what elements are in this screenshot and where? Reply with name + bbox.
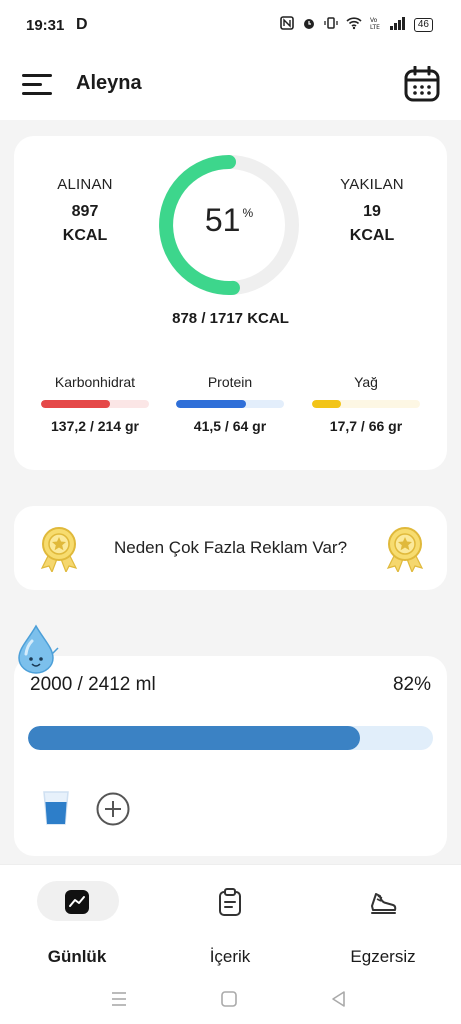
signal-icon xyxy=(389,16,406,33)
macro-bar xyxy=(41,400,149,408)
calories-taken-unit: KCAL xyxy=(62,227,108,244)
nav-daily[interactable]: Günlük xyxy=(17,881,137,966)
macro-name: Protein xyxy=(207,374,253,390)
user-name: Aleyna xyxy=(76,72,142,94)
vibrate-icon xyxy=(324,16,338,33)
calorie-total: 878 / 1717 KCAL xyxy=(172,310,289,327)
macro-name: Karbonhidrat xyxy=(54,374,136,390)
water-progress-bar xyxy=(28,726,433,750)
home-icon[interactable] xyxy=(218,988,240,1010)
macro-bar xyxy=(312,400,420,408)
award-badge-icon xyxy=(386,527,424,572)
macro-value: 41,5 / 64 gr xyxy=(193,418,267,434)
calorie-summary-card: ALINAN 897 KCAL 51% YAKILAN 19 KCAL 878 … xyxy=(14,136,447,470)
nav-exercise[interactable]: Egzersiz xyxy=(323,881,443,966)
nav-content-label: İçerik xyxy=(209,947,251,966)
water-percent: 82% xyxy=(392,674,431,695)
macro-value: 17,7 / 66 gr xyxy=(329,418,403,434)
menu-icon[interactable] xyxy=(22,72,54,98)
calories-taken-value: 897 xyxy=(71,203,99,220)
back-icon[interactable] xyxy=(328,988,350,1010)
macro-value: 137,2 / 214 gr xyxy=(51,418,139,434)
water-drop-mascot-icon xyxy=(18,624,59,674)
status-icons: Vo LTE 46 xyxy=(280,16,433,33)
macro-bar xyxy=(176,400,284,408)
nfc-icon xyxy=(280,16,294,33)
nav-exercise-label: Egzersiz xyxy=(350,947,416,966)
app-notification-icon: D xyxy=(76,16,88,33)
alarm-icon xyxy=(302,16,316,33)
trend-chart-icon xyxy=(65,890,89,914)
ad-info-banner[interactable]: Neden Çok Fazla Reklam Var? xyxy=(14,506,447,590)
system-navigation-bar xyxy=(0,976,461,1024)
macro-name: Yağ xyxy=(354,374,378,390)
calendar-icon[interactable] xyxy=(404,65,440,102)
bottom-navigation: Günlük İçerik Egzersiz xyxy=(0,864,461,976)
sneaker-icon xyxy=(371,893,397,914)
nav-daily-label: Günlük xyxy=(47,947,107,966)
nav-content[interactable]: İçerik xyxy=(170,881,290,966)
calories-burned: YAKILAN 19 KCAL xyxy=(312,176,432,245)
app-header: Aleyna xyxy=(0,52,461,120)
calories-burned-unit: KCAL xyxy=(349,227,395,244)
calories-burned-value: 19 xyxy=(363,203,381,220)
wifi-icon xyxy=(346,16,362,33)
volte-icon: Vo LTE xyxy=(370,16,382,33)
water-tracker-card: 2000 / 2412 ml 82% xyxy=(14,656,447,856)
calories-taken: ALINAN 897 KCAL xyxy=(25,176,145,245)
status-time: 19:31 xyxy=(26,17,65,34)
clipboard-icon xyxy=(219,888,241,916)
water-glass-icon[interactable] xyxy=(42,790,70,826)
macro-protein: Protein 41,5 / 64 gr xyxy=(176,374,284,434)
svg-text:Vo: Vo xyxy=(370,17,378,24)
macro-fat: Yağ 17,7 / 66 gr xyxy=(312,374,420,434)
water-amount: 2000 / 2412 ml xyxy=(30,674,156,695)
battery-icon: 46 xyxy=(413,17,433,32)
svg-text:LTE: LTE xyxy=(370,24,380,30)
calories-burned-label: YAKILAN xyxy=(340,176,404,193)
calorie-percent: 51% xyxy=(204,202,254,238)
macro-carbohydrate: Karbonhidrat 137,2 / 214 gr xyxy=(41,374,149,434)
add-water-button[interactable] xyxy=(96,792,130,826)
calories-taken-label: ALINAN xyxy=(57,176,113,193)
status-bar: 19:31 D Vo LTE 46 xyxy=(0,0,461,52)
recents-icon[interactable] xyxy=(108,988,130,1010)
